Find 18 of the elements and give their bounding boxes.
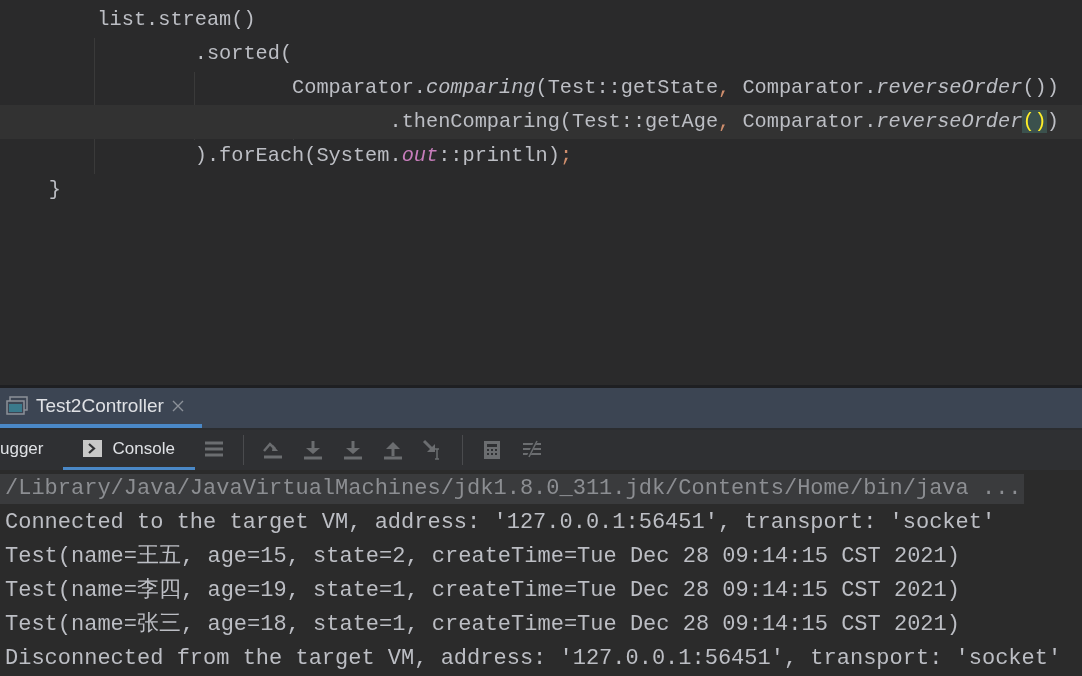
code-line: .thenComparing(Test::getAge, Comparator.reverseOrder()) [388,110,1059,133]
code-line: } [47,178,61,201]
code-line: Comparator.comparing(Test::getState, Comparator.reverseOrder()) [291,76,1059,99]
code-line: list.stream() [96,8,256,31]
code-line: .sorted( [193,42,293,65]
code-line: ).forEach(System.out::println); [193,144,573,167]
console-line: Test(name=李四, age=19, state=1, createTime=Tue Dec 28 09:14:15 CST 2021) [4,577,961,605]
console-line: Disconnected from the target VM, address: '127.0.0.1:56451', transport: 'socket' [4,645,1063,673]
console-icon [83,440,103,458]
console-line: Test(name=张三, age=18, state=1, createTime=Tue Dec 28 09:14:15 CST 2021) [4,611,961,639]
up-arrow-icon[interactable] [381,439,404,462]
console-line: Test(name=王五, age=15, state=2, createTime=Tue Dec 28 09:14:15 CST 2021) [4,543,961,571]
panel-tab[interactable]: ugger [0,430,64,470]
window-icon [6,396,28,417]
down-arrow-icon[interactable] [341,439,364,462]
console-line: Connected to the target VM, address: '127.0.0.1:56451', transport: 'socket' [4,509,997,537]
close-icon[interactable] [171,400,184,413]
down-arrow-icon[interactable] [301,439,324,462]
